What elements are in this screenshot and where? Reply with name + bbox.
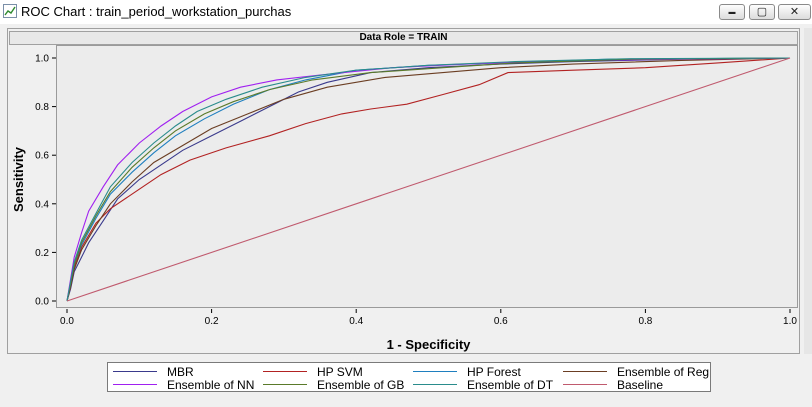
legend-label: Ensemble of DT [467, 378, 554, 392]
y-axis-title: Sensitivity [11, 146, 26, 212]
minimize-icon: ▬ [728, 8, 736, 16]
legend-label: Baseline [617, 378, 664, 392]
legend-swatch [263, 371, 307, 372]
minimize-button[interactable]: ▬ [719, 4, 745, 20]
close-button[interactable]: ✕ [778, 4, 811, 20]
legend-swatch [563, 371, 607, 372]
window-title: ROC Chart : train_period_workstation_pur… [21, 4, 292, 19]
legend-swatch [113, 371, 157, 372]
chart-panel: Data Role = TRAIN 0.0 0.2 0.4 0.6 0.8 1.0 0.0 0… [7, 28, 800, 354]
legend-label: Ensemble of GB [317, 378, 405, 392]
y-tick-label: 0.4 [35, 199, 49, 210]
legend-label: HP Forest [467, 365, 521, 379]
y-tick-label: 1.0 [35, 54, 49, 65]
maximize-button[interactable]: ▢ [749, 4, 775, 20]
legend: MBR HP SVM HP Forest Ensemble of Reg Ensembl… [107, 362, 711, 392]
legend-swatch [413, 384, 457, 385]
maximize-icon: ▢ [756, 5, 768, 18]
y-tick-label: 0.0 [35, 297, 49, 308]
y-tick-label: 0.8 [35, 102, 49, 113]
x-tick-label: 1.0 [783, 316, 797, 327]
x-tick-label: 0.0 [60, 316, 74, 327]
y-tick-label: 0.6 [35, 151, 49, 162]
x-axis-title: 1 - Specificity [387, 337, 472, 352]
legend-swatch [413, 371, 457, 372]
line-chart-icon [3, 4, 17, 18]
legend-label: HP SVM [317, 365, 363, 379]
y-tick-label: 0.2 [35, 248, 49, 259]
series-line-baseline [66, 57, 791, 302]
legend-swatch [113, 384, 157, 385]
x-tick-label: 0.8 [638, 316, 652, 327]
legend-label: Ensemble of NN [167, 378, 255, 392]
x-tick-label: 0.4 [349, 316, 363, 327]
legend-swatch [563, 384, 607, 385]
title-bar: ROC Chart : train_period_workstation_pur… [0, 0, 812, 24]
close-icon: ✕ [789, 5, 800, 18]
legend-swatch [263, 384, 307, 385]
legend-label: MBR [167, 365, 194, 379]
roc-chart: 0.0 0.2 0.4 0.6 0.8 1.0 0.0 0.2 0.4 0.6 0.8 1.0 1 -… [11, 54, 797, 353]
x-tick-label: 0.6 [494, 316, 508, 327]
legend-label: Ensemble of Reg [617, 365, 710, 379]
x-tick-label: 0.2 [205, 316, 219, 327]
scrollbar[interactable] [804, 28, 812, 354]
